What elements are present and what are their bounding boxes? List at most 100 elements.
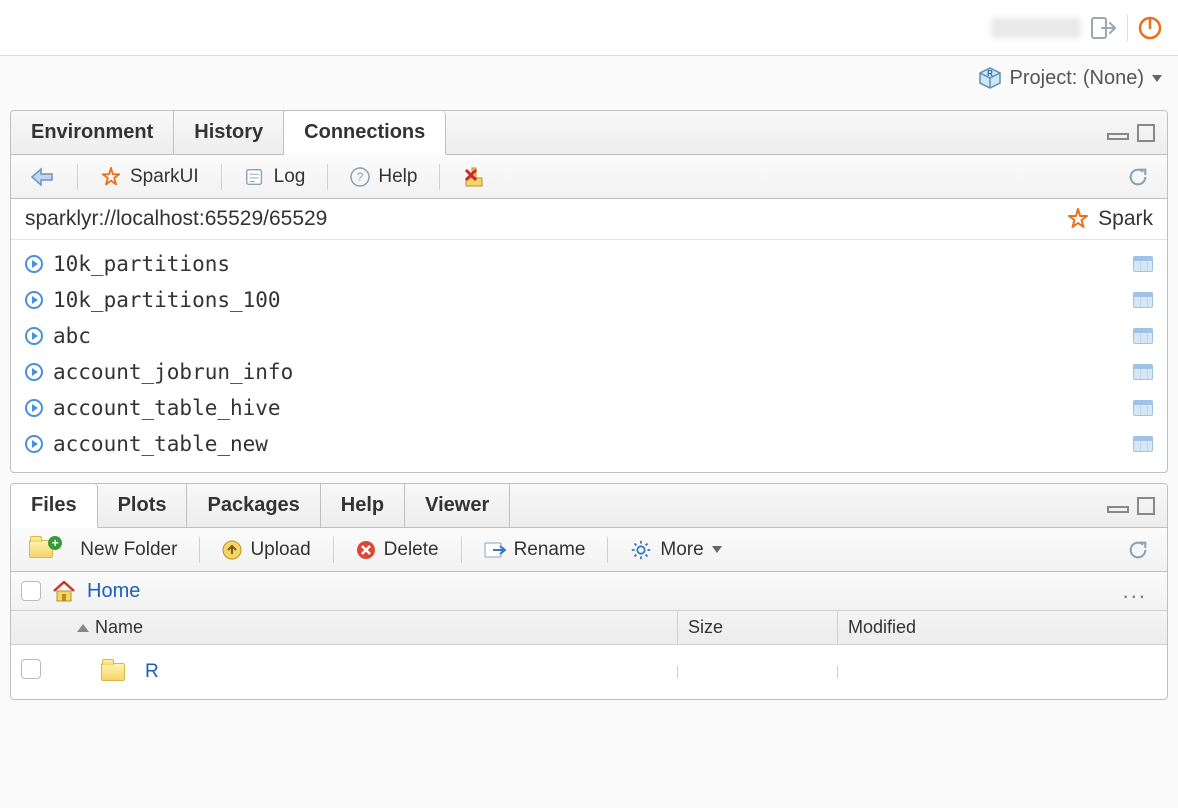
home-icon[interactable]	[51, 579, 77, 603]
file-name[interactable]: R	[145, 661, 159, 683]
table-name-label: account_table_new	[53, 432, 268, 456]
upload-button[interactable]: Upload	[212, 535, 320, 565]
files-panel: Files Plots Packages Help Viewer + New F…	[10, 483, 1168, 700]
table-row[interactable]: account_table_new	[11, 426, 1167, 462]
column-name[interactable]: Name	[67, 611, 677, 644]
expand-icon[interactable]	[25, 255, 43, 273]
file-rows: R	[11, 645, 1167, 699]
expand-icon[interactable]	[25, 291, 43, 309]
table-row[interactable]: account_jobrun_info	[11, 354, 1167, 390]
connection-url: sparklyr://localhost:65529/65529	[25, 207, 327, 231]
log-button[interactable]: Log	[234, 162, 316, 192]
power-icon[interactable]	[1138, 16, 1162, 40]
expand-icon[interactable]	[25, 363, 43, 381]
upload-icon	[222, 540, 242, 560]
sparkui-button[interactable]: SparkUI	[90, 162, 209, 192]
table-name-label: abc	[53, 324, 91, 348]
files-tab-row: Files Plots Packages Help Viewer	[11, 484, 1167, 528]
sparkui-label: SparkUI	[130, 166, 199, 188]
rename-button[interactable]: Rename	[474, 535, 596, 565]
rstudio-cube-icon: R	[978, 66, 1002, 90]
new-folder-button[interactable]: + New Folder	[19, 535, 187, 565]
maximize-pane-icon[interactable]	[1137, 124, 1155, 142]
preview-table-icon[interactable]	[1133, 400, 1153, 416]
tab-plots[interactable]: Plots	[98, 484, 188, 527]
table-row[interactable]: abc	[11, 318, 1167, 354]
connections-panel: Environment History Connections SparkUI	[10, 110, 1168, 473]
column-modified[interactable]: Modified	[837, 611, 1167, 644]
refresh-button[interactable]	[1117, 162, 1159, 192]
svg-text:R: R	[987, 69, 993, 78]
tab-viewer[interactable]: Viewer	[405, 484, 510, 527]
preview-table-icon[interactable]	[1133, 256, 1153, 272]
breadcrumb-home[interactable]: Home	[87, 580, 140, 603]
help-button[interactable]: ? Help	[340, 162, 427, 192]
select-all-checkbox[interactable]	[21, 581, 41, 601]
refresh-button[interactable]	[1117, 535, 1159, 565]
tab-history[interactable]: History	[174, 111, 284, 154]
tab-packages[interactable]: Packages	[187, 484, 320, 527]
more-button[interactable]: More	[620, 535, 731, 565]
log-icon	[244, 166, 266, 188]
column-modified-label: Modified	[848, 617, 916, 637]
project-label[interactable]: Project: (None)	[1010, 67, 1145, 90]
delete-icon	[356, 540, 376, 560]
table-row[interactable]: 10k_partitions_100	[11, 282, 1167, 318]
project-dropdown-icon[interactable]	[1152, 75, 1162, 82]
row-checkbox[interactable]	[21, 659, 41, 679]
sort-asc-icon	[77, 624, 89, 632]
connection-url-row: sparklyr://localhost:65529/65529 Spark	[11, 199, 1167, 240]
tab-files[interactable]: Files	[11, 484, 98, 528]
log-label: Log	[274, 166, 306, 188]
new-folder-icon: +	[29, 539, 72, 561]
disconnect-button[interactable]	[452, 162, 496, 192]
refresh-icon	[1127, 539, 1149, 561]
spark-brand-label: Spark	[1098, 207, 1153, 231]
delete-label: Delete	[384, 539, 439, 561]
connections-tab-row: Environment History Connections	[11, 111, 1167, 155]
gear-icon	[630, 539, 652, 561]
file-row[interactable]: R	[11, 645, 1167, 699]
project-bar: R Project: (None)	[0, 56, 1178, 100]
chevron-down-icon	[712, 546, 722, 553]
new-folder-label: New Folder	[80, 539, 177, 561]
column-size[interactable]: Size	[677, 611, 837, 644]
svg-text:?: ?	[357, 170, 364, 184]
minimize-pane-icon[interactable]	[1107, 499, 1129, 513]
help-icon: ?	[350, 167, 370, 187]
separator	[327, 164, 328, 190]
maximize-pane-icon[interactable]	[1137, 497, 1155, 515]
column-size-label: Size	[688, 617, 723, 637]
table-row[interactable]: 10k_partitions	[11, 246, 1167, 282]
preview-table-icon[interactable]	[1133, 292, 1153, 308]
preview-table-icon[interactable]	[1133, 436, 1153, 452]
more-label: More	[660, 539, 703, 561]
tab-environment[interactable]: Environment	[11, 111, 174, 154]
minimize-pane-icon[interactable]	[1107, 126, 1129, 140]
delete-button[interactable]: Delete	[346, 535, 449, 565]
expand-icon[interactable]	[25, 327, 43, 345]
rename-icon	[484, 540, 506, 560]
file-list-header: Name Size Modified	[11, 611, 1167, 645]
separator	[221, 164, 222, 190]
table-name-label: account_jobrun_info	[53, 360, 293, 384]
back-button[interactable]	[19, 162, 65, 192]
table-row[interactable]: account_table_hive	[11, 390, 1167, 426]
files-toolbar: + New Folder Upload Delete Rename	[11, 528, 1167, 572]
preview-table-icon[interactable]	[1133, 364, 1153, 380]
table-name-label: account_table_hive	[53, 396, 281, 420]
breadcrumb-ellipsis[interactable]: ...	[1113, 578, 1157, 604]
separator	[77, 164, 78, 190]
tab-connections[interactable]: Connections	[284, 111, 446, 155]
tab-help[interactable]: Help	[321, 484, 405, 527]
username-blurred	[991, 18, 1081, 38]
expand-icon[interactable]	[25, 435, 43, 453]
expand-icon[interactable]	[25, 399, 43, 417]
logout-icon[interactable]	[1091, 17, 1117, 39]
refresh-icon	[1127, 166, 1149, 188]
separator	[439, 164, 440, 190]
preview-table-icon[interactable]	[1133, 328, 1153, 344]
upload-label: Upload	[250, 539, 310, 561]
separator	[1127, 15, 1128, 41]
column-name-label: Name	[95, 617, 143, 638]
